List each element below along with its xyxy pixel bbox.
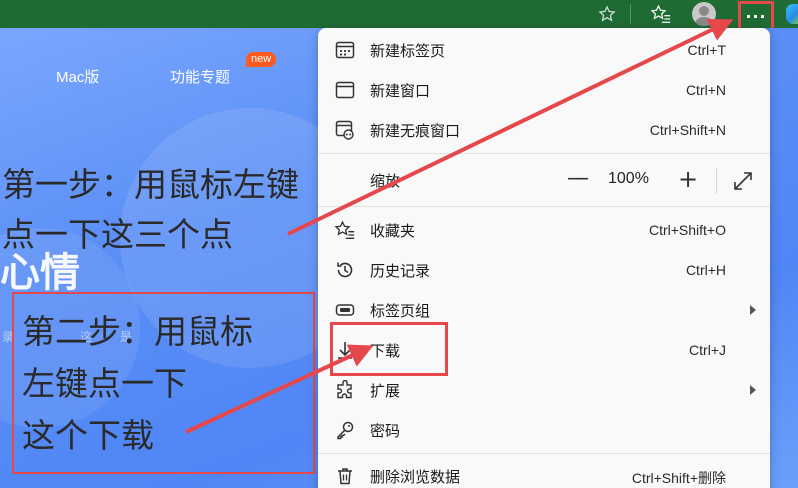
trash-icon (334, 465, 356, 487)
browser-toolbar: ··· (0, 0, 798, 31)
menu-divider (318, 153, 770, 154)
zoom-out-button[interactable]: — (566, 166, 590, 191)
step1-line: 点一下这三个点 (2, 215, 233, 254)
zoom-in-button[interactable]: + (676, 165, 700, 193)
menu-item-passwords[interactable]: 密码 (318, 410, 770, 450)
menu-item-extensions[interactable]: 扩展 (318, 370, 770, 410)
favorites-list-icon[interactable] (646, 1, 676, 27)
menu-item-shortcut: Ctrl+Shift+删除 (631, 470, 726, 486)
menu-item-label: 新建窗口 (370, 82, 431, 100)
menu-item-label: 收藏夹 (370, 222, 416, 240)
step1-line: 第一步：用鼠标左键 (2, 165, 299, 204)
nav-link-mac[interactable]: Mac版 (56, 66, 99, 87)
toolbar-divider (630, 4, 631, 24)
menu-item-inprivate-window[interactable]: 新建无痕窗口 Ctrl+Shift+N (318, 110, 770, 150)
zoom-level: 100% (608, 170, 649, 187)
key-icon (334, 419, 356, 441)
menu-item-shortcut: Ctrl+Shift+N (649, 122, 726, 138)
fullscreen-icon[interactable] (732, 170, 754, 192)
avatar[interactable] (692, 2, 716, 26)
menu-item-shortcut: Ctrl+H (685, 262, 726, 278)
new-badge: new (246, 52, 277, 67)
new-window-icon (334, 79, 356, 101)
step1-annotation: 第一步：用鼠标左键 点一下这三个点 (2, 160, 372, 260)
menu-item-label: 历史记录 (370, 262, 431, 280)
nav-link-features[interactable]: 功能专题 (170, 66, 230, 87)
menu-item-zoom: 缩放 — 100% + (318, 160, 770, 200)
menu-item-new-tab[interactable]: 新建标签页 Ctrl+T (318, 30, 770, 70)
menu-item-label: 标签页组 (370, 302, 431, 320)
menu-item-shortcut: Ctrl+N (685, 82, 726, 98)
menu-item-label: 删除浏览数据 (370, 468, 461, 486)
menu-item-label: 新建无痕窗口 (370, 122, 461, 140)
edge-logo-icon (786, 4, 798, 24)
submenu-arrow-icon (750, 385, 756, 395)
zoom-divider (716, 168, 717, 194)
star-outline-icon[interactable] (592, 1, 622, 27)
menu-item-new-window[interactable]: 新建窗口 Ctrl+N (318, 70, 770, 110)
menu-divider (318, 453, 770, 454)
extensions-icon (334, 379, 356, 401)
menu-item-history[interactable]: 历史记录 Ctrl+H (318, 250, 770, 290)
step2-annotation: 第二步：用鼠标 左键点一下 这个下载 (22, 306, 322, 462)
tab-groups-icon (334, 299, 356, 321)
download-highlight-box (330, 322, 448, 376)
favorites-icon (334, 219, 356, 241)
menu-item-favorites[interactable]: 收藏夹 Ctrl+Shift+O (318, 210, 770, 250)
menu-item-label: 密码 (370, 422, 401, 440)
menu-item-label: 新建标签页 (370, 42, 446, 60)
new-tab-icon (334, 39, 356, 61)
menu-item-clear-browsing-data[interactable]: 删除浏览数据 Ctrl+Shift+删除 (318, 456, 770, 488)
submenu-arrow-icon (750, 305, 756, 315)
menu-item-label: 缩放 (370, 172, 401, 190)
step2-line: 这个下载 (22, 416, 154, 455)
history-icon (334, 259, 356, 281)
menu-divider (318, 206, 770, 207)
menu-item-shortcut: Ctrl+T (687, 42, 727, 58)
menu-item-shortcut: Ctrl+J (689, 342, 726, 358)
menu-item-label: 扩展 (370, 382, 401, 400)
more-options-label: ··· (745, 6, 767, 26)
more-options-button[interactable]: ··· (738, 1, 774, 31)
settings-menu: 新建标签页 Ctrl+T 新建窗口 Ctrl+N 新建无痕窗口 Ctrl+Shi… (318, 28, 770, 488)
step2-line: 第二步：用鼠标 (22, 312, 253, 351)
menu-item-shortcut: Ctrl+Shift+O (648, 222, 726, 238)
inprivate-window-icon (334, 119, 356, 141)
step2-line: 左键点一下 (22, 364, 187, 403)
